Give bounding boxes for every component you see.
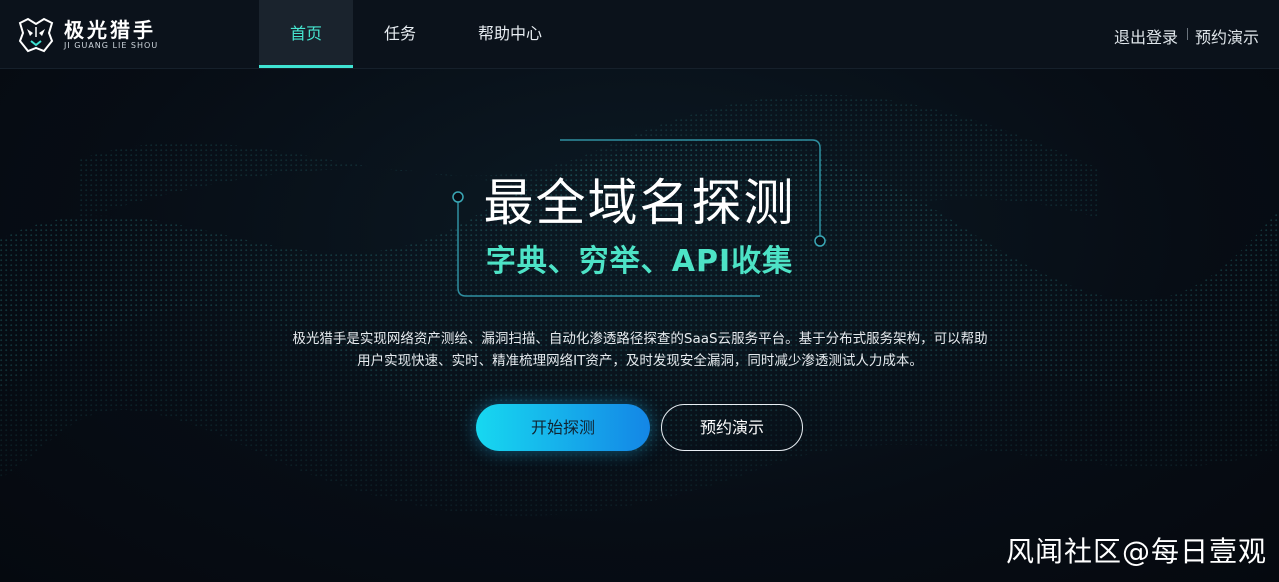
hero-description-line2: 用户实现快速、实时、精准梳理网络IT资产，及时发现安全漏洞，同时减少渗透测试人力… xyxy=(357,353,923,369)
hero-title: 最全域名探测 xyxy=(483,174,796,232)
hero-description-line1: 极光猎手是实现网络资产测绘、漏洞扫描、自动化渗透路径探查的SaaS云服务平台。基… xyxy=(292,331,988,347)
book-demo-button[interactable]: 预约演示 xyxy=(661,404,803,451)
start-detection-button[interactable]: 开始探测 xyxy=(476,404,650,451)
headline-frame xyxy=(452,139,826,297)
watermark-text: 风闻社区@每日壹观 xyxy=(1005,535,1267,568)
hero-subtitle: 字典、穷举、API收集 xyxy=(485,244,794,279)
hero-description: 极光猎手是实现网络资产测绘、漏洞扫描、自动化渗透路径探查的SaaS云服务平台。基… xyxy=(260,328,1020,372)
